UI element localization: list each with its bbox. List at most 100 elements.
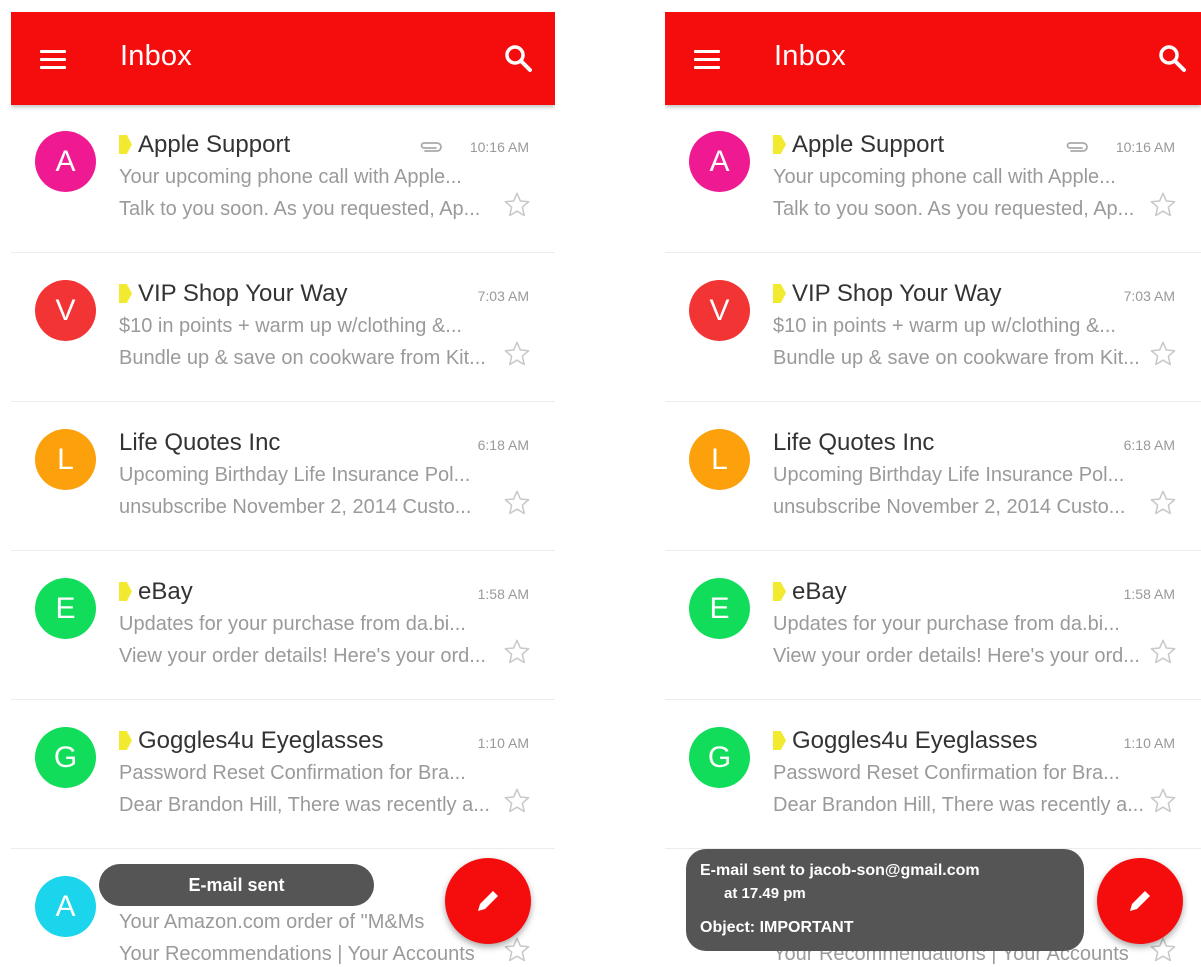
email-row[interactable]: A Apple Support 10:16 AM Your upcoming p…	[665, 105, 1201, 253]
sender-name-text: eBay	[138, 578, 193, 605]
email-time: 10:16 AM	[469, 139, 529, 155]
phone-screen-right: Inbox A Apple Support 10:16 AM Your upco…	[665, 12, 1201, 967]
star-icon[interactable]	[503, 787, 531, 815]
sender-avatar: G	[35, 727, 96, 788]
sender-avatar: E	[689, 578, 750, 639]
star-icon[interactable]	[1149, 340, 1177, 368]
menu-icon[interactable]	[694, 50, 720, 70]
sender-name: Apple Support	[773, 131, 944, 159]
sender-name-text: VIP Shop Your Way	[138, 280, 348, 307]
email-time: 7:03 AM	[477, 288, 529, 304]
sender-name: eBay	[119, 578, 193, 606]
email-row[interactable]: L Life Quotes Inc 6:18 AM Upcoming Birth…	[11, 403, 555, 551]
email-row[interactable]: G Goggles4u Eyeglasses 1:10 AM Password …	[11, 701, 555, 849]
email-preview: unsubscribe November 2, 2014 Custo...	[119, 496, 472, 518]
email-time: 1:58 AM	[1123, 586, 1175, 602]
sender-avatar: L	[35, 429, 96, 490]
email-subject: Your upcoming phone call with Apple...	[119, 166, 462, 188]
email-subject: Your Amazon.com order of "M&Ms	[119, 911, 425, 933]
label-tag-icon	[773, 284, 786, 303]
email-preview: View your order details! Here's your ord…	[119, 645, 486, 667]
email-row[interactable]: E eBay 1:58 AM Updates for your purchase…	[665, 552, 1201, 700]
compose-button[interactable]	[1097, 858, 1183, 944]
sender-avatar: E	[35, 578, 96, 639]
sender-name-text: eBay	[792, 578, 847, 605]
email-time: 1:10 AM	[1123, 735, 1175, 751]
email-subject: Upcoming Birthday Life Insurance Pol...	[773, 464, 1125, 486]
label-tag-icon	[119, 135, 132, 154]
sender-avatar: V	[689, 280, 750, 341]
star-icon[interactable]	[1149, 489, 1177, 517]
label-tag-icon	[773, 731, 786, 750]
email-time: 10:16 AM	[1115, 139, 1175, 155]
sender-name: VIP Shop Your Way	[773, 280, 1001, 308]
label-tag-icon	[773, 582, 786, 601]
sender-name: Life Quotes Inc	[773, 429, 934, 457]
sender-name: Apple Support	[119, 131, 290, 159]
label-tag-icon	[119, 731, 132, 750]
email-sent-details-toast: E-mail sent to jacob-son@gmail.com at 17…	[686, 849, 1084, 951]
email-row[interactable]: L Life Quotes Inc 6:18 AM Upcoming Birth…	[665, 403, 1201, 551]
sender-name-text: Life Quotes Inc	[119, 429, 281, 456]
star-icon[interactable]	[1149, 191, 1177, 219]
email-time: 1:58 AM	[477, 586, 529, 602]
email-row[interactable]: V VIP Shop Your Way 7:03 AM $10 in point…	[665, 254, 1201, 402]
email-preview: Talk to you soon. As you requested, Ap..…	[119, 198, 481, 220]
pencil-icon	[1130, 891, 1150, 911]
star-icon[interactable]	[503, 340, 531, 368]
email-preview: Dear Brandon Hill, There was recently a.…	[119, 794, 490, 816]
email-row[interactable]: G Goggles4u Eyeglasses 1:10 AM Password …	[665, 701, 1201, 849]
search-icon[interactable]	[503, 43, 533, 73]
menu-icon[interactable]	[40, 50, 66, 70]
app-bar: Inbox	[11, 12, 555, 105]
email-preview: unsubscribe November 2, 2014 Custo...	[773, 496, 1126, 518]
email-subject: $10 in points + warm up w/clothing &...	[773, 315, 1116, 337]
email-row[interactable]: E eBay 1:58 AM Updates for your purchase…	[11, 552, 555, 700]
email-preview: View your order details! Here's your ord…	[773, 645, 1140, 667]
star-icon[interactable]	[503, 936, 531, 964]
pencil-icon	[478, 891, 498, 911]
sender-name: eBay	[773, 578, 847, 606]
email-preview: Your Recommendations | Your Accounts	[119, 943, 475, 965]
toast-object: Object: IMPORTANT	[700, 919, 854, 936]
compose-button[interactable]	[445, 858, 531, 944]
phone-screen-left: Inbox A Apple Support 10:16 AM Your upco…	[11, 12, 555, 967]
inbox-title: Inbox	[120, 40, 192, 72]
email-subject: Updates for your purchase from da.bi...	[773, 613, 1120, 635]
sender-name: Goggles4u Eyeglasses	[119, 727, 383, 755]
sender-avatar: G	[689, 727, 750, 788]
sender-name: VIP Shop Your Way	[119, 280, 347, 308]
paperclip-icon	[1066, 142, 1088, 152]
sender-name: Life Quotes Inc	[119, 429, 280, 457]
email-subject: Upcoming Birthday Life Insurance Pol...	[119, 464, 471, 486]
email-preview: Talk to you soon. As you requested, Ap..…	[773, 198, 1135, 220]
inbox-title: Inbox	[774, 40, 846, 72]
star-icon[interactable]	[503, 191, 531, 219]
sender-name-text: Apple Support	[138, 131, 291, 158]
sender-avatar: V	[35, 280, 96, 341]
email-time: 6:18 AM	[477, 437, 529, 453]
app-bar: Inbox	[665, 12, 1201, 105]
toast-time: at 17.49 pm	[724, 885, 806, 902]
email-preview: Bundle up & save on cookware from Kit...	[119, 347, 486, 369]
email-sent-toast: E-mail sent	[99, 864, 374, 906]
star-icon[interactable]	[503, 638, 531, 666]
email-preview: Bundle up & save on cookware from Kit...	[773, 347, 1140, 369]
email-time: 6:18 AM	[1123, 437, 1175, 453]
paperclip-icon	[420, 142, 442, 152]
star-icon[interactable]	[503, 489, 531, 517]
email-preview: Dear Brandon Hill, There was recently a.…	[773, 794, 1144, 816]
sender-name-text: Life Quotes Inc	[773, 429, 935, 456]
email-row[interactable]: V VIP Shop Your Way 7:03 AM $10 in point…	[11, 254, 555, 402]
email-subject: Password Reset Confirmation for Bra...	[119, 762, 466, 784]
sender-avatar: A	[35, 876, 96, 937]
sender-name-text: Goggles4u Eyeglasses	[792, 727, 1038, 754]
toast-recipient: E-mail sent to jacob-son@gmail.com	[700, 862, 980, 879]
email-subject: $10 in points + warm up w/clothing &...	[119, 315, 462, 337]
email-row[interactable]: A Apple Support 10:16 AM Your upcoming p…	[11, 105, 555, 253]
email-time: 7:03 AM	[1123, 288, 1175, 304]
star-icon[interactable]	[1149, 638, 1177, 666]
search-icon[interactable]	[1157, 43, 1187, 73]
sender-name-text: Apple Support	[792, 131, 945, 158]
star-icon[interactable]	[1149, 787, 1177, 815]
